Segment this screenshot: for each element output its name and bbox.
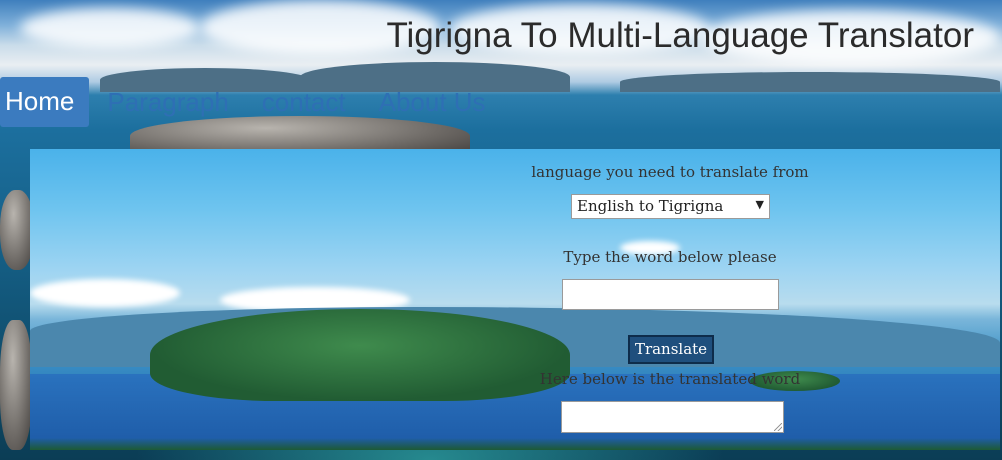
nav-paragraph[interactable]: Paragraph [107, 87, 228, 118]
word-label: Type the word below please [563, 248, 777, 266]
translator-panel [30, 149, 1000, 450]
translated-word-box[interactable] [561, 401, 784, 433]
result-label: Here below is the translated word [539, 370, 801, 388]
dropdown-arrow-icon: ▼ [755, 198, 764, 211]
language-select[interactable]: English to Tigrigna ▼ [571, 194, 770, 219]
nav-about-us[interactable]: About Us [379, 87, 486, 118]
mountain [620, 72, 1000, 92]
resize-grip-icon[interactable] [774, 423, 782, 431]
cloud [30, 279, 180, 307]
tree-line [30, 438, 1000, 450]
island [150, 309, 570, 401]
from-language-label: language you need to translate from [531, 163, 809, 181]
language-select-value: English to Tigrigna [577, 197, 724, 215]
rock [0, 320, 32, 450]
nav-home[interactable]: Home [0, 77, 90, 127]
rock [0, 190, 34, 270]
translate-button[interactable]: Translate [628, 335, 714, 364]
cloud [20, 8, 200, 48]
site-title: Tigrigna To Multi-Language Translator [386, 16, 974, 55]
nav-contact[interactable]: contact [262, 87, 346, 118]
word-input[interactable] [562, 279, 779, 310]
main-nav: Home Paragraph contact About Us [0, 76, 519, 128]
